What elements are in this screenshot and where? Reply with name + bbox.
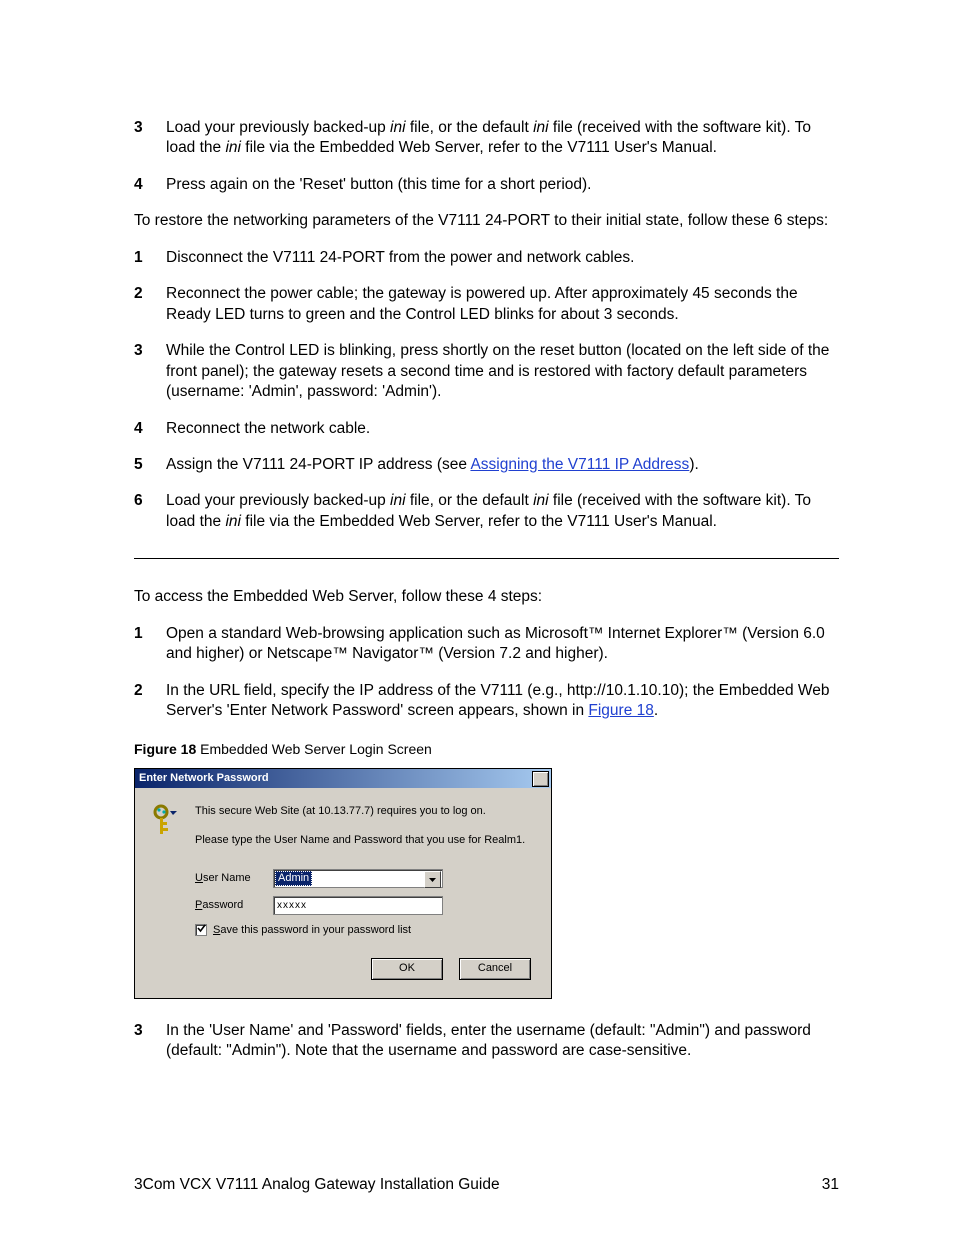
step-text: In the URL field, specify the IP address… (166, 681, 839, 722)
close-button[interactable] (532, 771, 549, 787)
dialog-line-1: This secure Web Site (at 10.13.77.7) req… (195, 804, 537, 819)
step-text: Open a standard Web-browsing application… (166, 624, 839, 665)
step-text: Load your previously backed-up ini file,… (166, 491, 839, 532)
save-password-label: Save this password in your password list (213, 923, 411, 938)
ini-filename: ini (225, 513, 241, 530)
step-list-b: 1 Disconnect the V7111 24-PORT from the … (134, 248, 839, 533)
save-password-checkbox[interactable] (195, 924, 207, 936)
step-text: Reconnect the power cable; the gateway i… (166, 284, 839, 325)
step-number: 2 (134, 284, 152, 325)
step-number: 5 (134, 455, 152, 475)
ok-button[interactable]: OK (371, 958, 443, 980)
list-item: 5 Assign the V7111 24-PORT IP address (s… (134, 455, 839, 475)
link-assign-ip[interactable]: Assigning the V7111 IP Address (470, 456, 689, 473)
dialog-line-2: Please type the User Name and Password t… (195, 833, 537, 848)
check-icon (197, 923, 206, 938)
list-item: 4 Press again on the 'Reset' button (thi… (134, 175, 839, 195)
step-list-a: 3 Load your previously backed-up ini fil… (134, 118, 839, 195)
link-figure-18[interactable]: Figure 18 (588, 702, 653, 719)
dialog-titlebar[interactable]: Enter Network Password (135, 769, 551, 788)
step-list-d: 3 In the 'User Name' and 'Password' fiel… (134, 1021, 839, 1062)
step-number: 3 (134, 118, 152, 159)
step-number: 1 (134, 248, 152, 268)
list-item: 3 Load your previously backed-up ini fil… (134, 118, 839, 159)
dropdown-button[interactable] (424, 871, 441, 888)
step-text: Assign the V7111 24-PORT IP address (see… (166, 455, 839, 475)
intro-paragraph: To restore the networking parameters of … (134, 211, 839, 231)
list-item: 2 In the URL field, specify the IP addre… (134, 681, 839, 722)
list-item: 6 Load your previously backed-up ini fil… (134, 491, 839, 532)
page-number: 31 (822, 1175, 839, 1195)
step-text: Press again on the 'Reset' button (this … (166, 175, 839, 195)
step-text: In the 'User Name' and 'Password' fields… (166, 1021, 839, 1062)
list-item: 4 Reconnect the network cable. (134, 419, 839, 439)
footer-title: 3Com VCX V7111 Analog Gateway Installati… (134, 1175, 500, 1195)
ini-filename: ini (533, 119, 549, 136)
login-dialog: Enter Network Password (134, 768, 552, 999)
password-input[interactable]: xxxxx (273, 896, 443, 915)
dialog-title: Enter Network Password (139, 771, 269, 786)
cancel-button[interactable]: Cancel (459, 958, 531, 980)
step-text: Disconnect the V7111 24-PORT from the po… (166, 248, 839, 268)
step-text: While the Control LED is blinking, press… (166, 341, 839, 402)
list-item: 1 Open a standard Web-browsing applicati… (134, 624, 839, 665)
step-text: Load your previously backed-up ini file,… (166, 118, 839, 159)
ini-filename: ini (390, 119, 406, 136)
ini-filename: ini (390, 492, 406, 509)
step-number: 3 (134, 341, 152, 402)
key-icon (153, 804, 179, 838)
list-item: 3 In the 'User Name' and 'Password' fiel… (134, 1021, 839, 1062)
figure-caption: Figure 18 Embedded Web Server Login Scre… (134, 740, 839, 758)
ini-filename: ini (225, 139, 241, 156)
step-list-c: 1 Open a standard Web-browsing applicati… (134, 624, 839, 722)
intro-paragraph: To access the Embedded Web Server, follo… (134, 587, 839, 607)
username-value: Admin (275, 871, 312, 886)
step-number: 4 (134, 175, 152, 195)
chevron-down-icon (429, 872, 436, 887)
step-text: Reconnect the network cable. (166, 419, 839, 439)
figure-label: Figure 18 (134, 741, 196, 757)
section-divider (134, 558, 839, 559)
step-number: 1 (134, 624, 152, 665)
page-footer: 3Com VCX V7111 Analog Gateway Installati… (134, 1175, 839, 1195)
figure-title: Embedded Web Server Login Screen (196, 741, 432, 757)
password-label: Password (195, 898, 259, 913)
step-number: 2 (134, 681, 152, 722)
step-number: 4 (134, 419, 152, 439)
password-value: xxxxx (277, 899, 307, 912)
list-item: 1 Disconnect the V7111 24-PORT from the … (134, 248, 839, 268)
list-item: 3 While the Control LED is blinking, pre… (134, 341, 839, 402)
list-item: 2 Reconnect the power cable; the gateway… (134, 284, 839, 325)
step-number: 6 (134, 491, 152, 532)
username-combo[interactable]: Admin (273, 869, 443, 888)
username-label: User Name (195, 871, 259, 886)
step-number: 3 (134, 1021, 152, 1062)
ini-filename: ini (533, 492, 549, 509)
